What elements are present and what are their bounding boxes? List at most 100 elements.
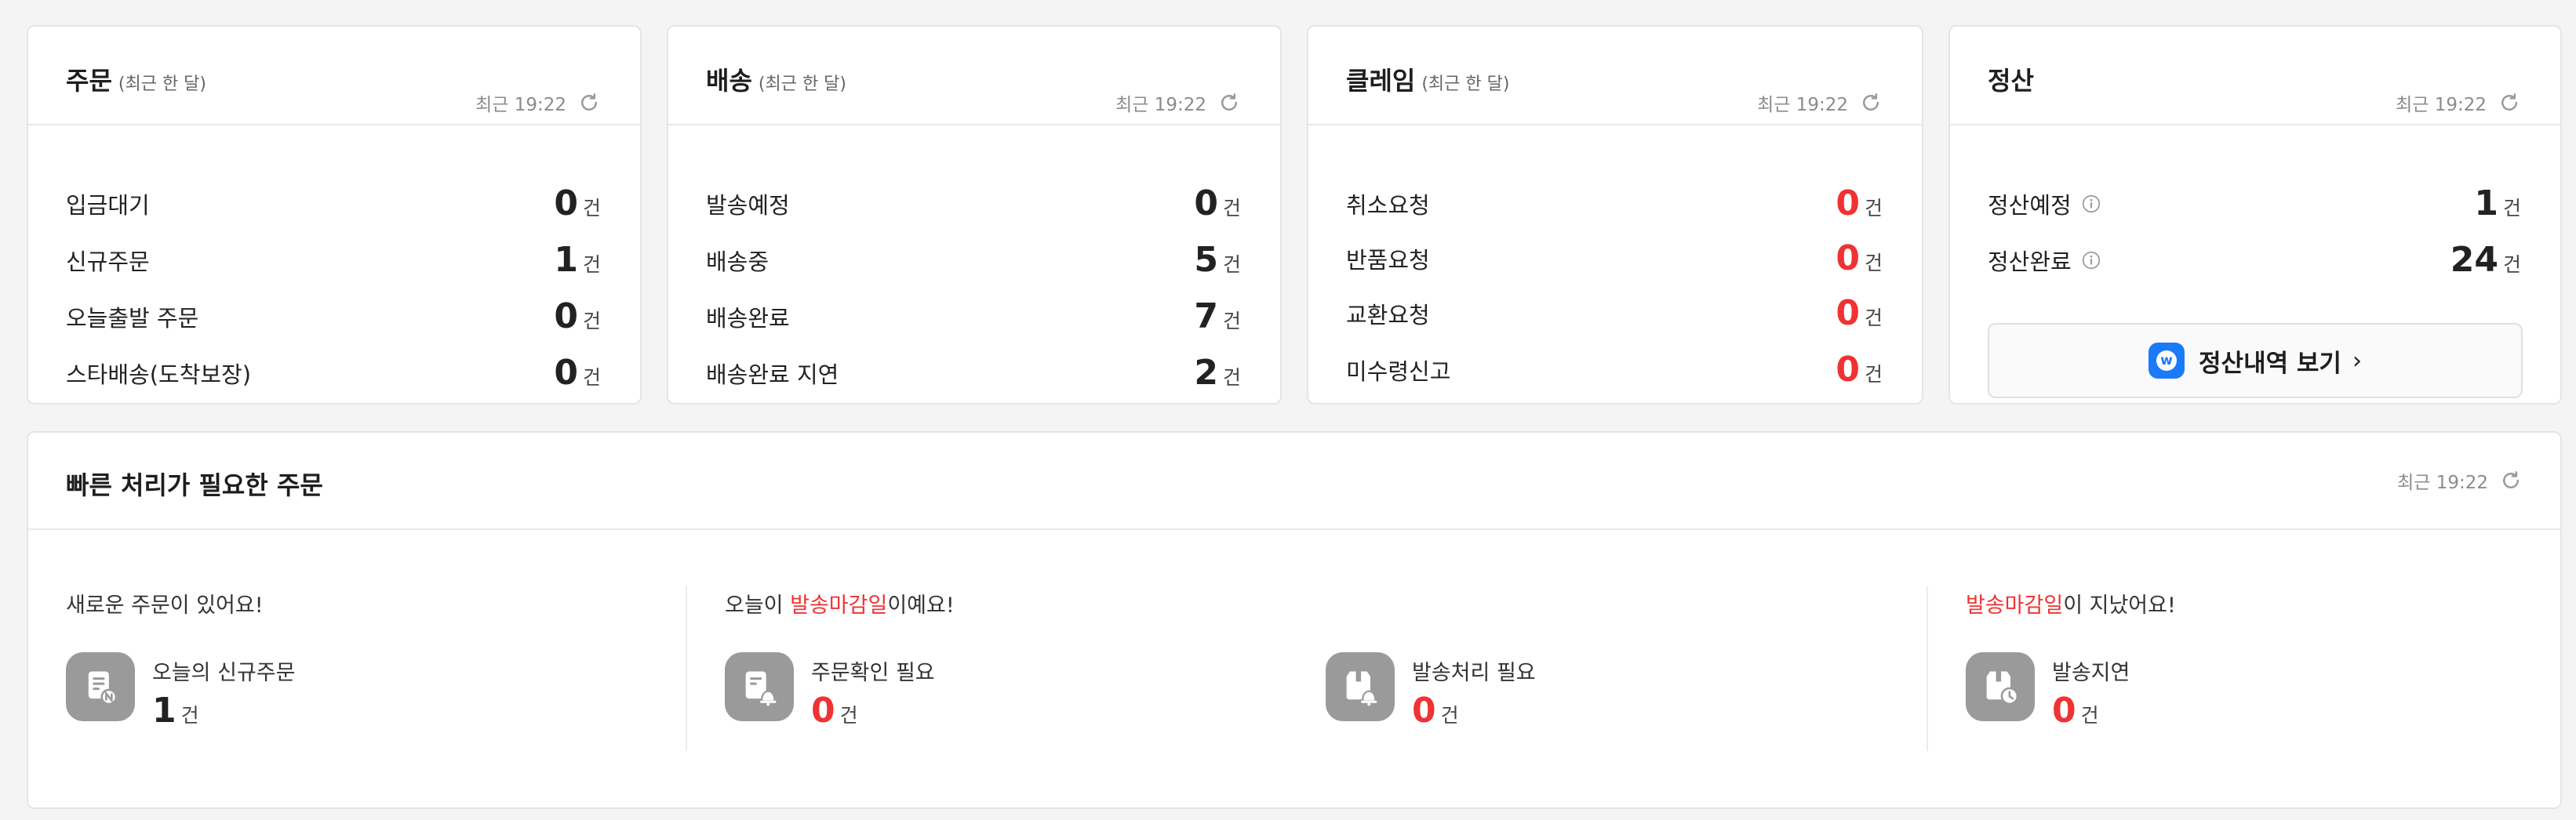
section-heading-highlight: 발송마감일 [790, 593, 888, 618]
urgent-orders-header: 빠른 처리가 필요한 주문 최근 19:22 [28, 433, 2560, 530]
stat-value[interactable]: 0건 [1836, 187, 1883, 221]
info-icon[interactable] [2081, 194, 2101, 214]
claims-card-header: 클레임 (최근 한 달) 최근 19:22 [1308, 27, 1922, 125]
stat-value[interactable]: 5건 [1194, 243, 1241, 278]
stat-value[interactable]: 1건 [2474, 187, 2521, 221]
settlement-card-header: 정산 최근 19:22 [1950, 27, 2560, 125]
claims-card: 클레임 (최근 한 달) 최근 19:22 취소요청 0건 반품요청 0건 교환… [1307, 25, 1923, 405]
stat-value[interactable]: 0건 [554, 187, 601, 221]
refresh-icon[interactable] [1859, 91, 1883, 114]
stat-count: 0 [554, 183, 578, 223]
stat-label: 정산예정 [1988, 187, 2101, 220]
stat-count: 5 [1194, 240, 1218, 280]
settlement-history-button[interactable]: w 정산내역 보기 › [1988, 323, 2523, 398]
stat-value[interactable]: 1건 [554, 243, 601, 278]
stat-label: 발송지연 [2052, 661, 2130, 685]
settlement-history-label: 정산내역 보기 [2199, 349, 2341, 378]
last-updated: 최근 19:22 [475, 89, 601, 116]
stat-label: 발송예정 [706, 192, 790, 219]
stat-row: 신규주문 1건 [66, 237, 601, 284]
stat-value[interactable]: 0건 [1836, 353, 1883, 387]
stat-value[interactable]: 0건 [1836, 241, 1883, 276]
card-title: 주문 (최근 한 달) [66, 61, 206, 97]
section-heading-suffix: 이예요! [887, 593, 955, 618]
stat-label: 배송완료 지연 [706, 361, 839, 388]
stat-count: 1 [554, 240, 578, 280]
section-heading-highlight: 발송마감일 [1966, 593, 2064, 618]
refresh-icon[interactable] [2498, 91, 2521, 114]
info-icon[interactable] [2081, 250, 2101, 270]
stat-value[interactable]: 0건 [554, 356, 601, 390]
package-clock-icon[interactable] [1966, 652, 2035, 721]
stat-label: 정산완료 [1988, 244, 2101, 277]
stat-count: 24 [2450, 240, 2498, 280]
card-title: 클레임 (최근 한 달) [1346, 61, 1509, 97]
stat-unit: 건 [1864, 307, 1883, 329]
stat-value[interactable]: 0건 [1836, 296, 1883, 331]
urgent-orders-card: 빠른 처리가 필요한 주문 최근 19:22 [27, 431, 2562, 809]
settlement-card: 정산 최근 19:22 정산예정 1건 정산완료 24 건 w 정산내역 보기 › [1948, 25, 2562, 405]
section-heading: 오늘이 발송마감일이예요! [725, 593, 955, 618]
stat-unit: 건 [582, 366, 601, 389]
stat-unit: 건 [582, 197, 601, 220]
section-heading-text: 새로운 주문이 있어요! [66, 593, 264, 618]
stat-unit: 건 [582, 253, 601, 276]
stat-label: 교환요청 [1346, 302, 1430, 328]
section-heading: 새로운 주문이 있어요! [66, 593, 264, 618]
stat-label-text: 정산완료 [1988, 249, 2072, 275]
stat-label-text: 정산예정 [1988, 192, 2072, 219]
stat-count: 2 [1194, 353, 1218, 393]
stat-row: 배송중 5건 [706, 237, 1241, 284]
last-updated-text: 최근 19:22 [1115, 95, 1206, 115]
stat-row: 발송예정 0건 [706, 180, 1241, 227]
stat-unit: 건 [2502, 197, 2521, 220]
refresh-icon[interactable] [2499, 469, 2523, 492]
package-bell-icon[interactable] [1326, 652, 1395, 721]
section-heading-text: 오늘이 [725, 593, 791, 618]
stat-label: 입금대기 [66, 192, 150, 219]
stat-unit: 건 [2502, 253, 2521, 276]
last-updated-text: 최근 19:22 [2396, 95, 2487, 115]
stat-unit: 건 [1864, 197, 1883, 220]
stat-value[interactable]: 0건 [1194, 187, 1241, 221]
stat-value[interactable]: 7건 [1194, 299, 1241, 334]
stat-value[interactable]: 24 건 [2450, 243, 2521, 278]
wallet-logo-letter: w [2156, 350, 2178, 371]
stat-unit: 건 [1864, 363, 1883, 386]
stat-label: 주문확인 필요 [811, 661, 935, 685]
stat-count: 1 [2474, 183, 2498, 223]
refresh-icon[interactable] [1217, 91, 1241, 114]
stat-label: 신규주문 [66, 249, 150, 275]
card-subtitle: (최근 한 달) [118, 74, 207, 94]
stat-count: 1 [152, 691, 176, 731]
stat-value[interactable]: 0건 [811, 694, 935, 728]
new-order-doc-icon[interactable] [66, 652, 135, 721]
stat-value[interactable]: 0건 [2052, 694, 2130, 728]
section-divider [1927, 586, 1928, 751]
dispatch-needed-stat: 발송처리 필요 0건 [1326, 652, 1536, 728]
stat-count: 0 [2052, 691, 2076, 731]
stat-value[interactable]: 1건 [152, 694, 295, 728]
due-today-section-head: 오늘이 발송마감일이예요! [725, 588, 955, 619]
order-bell-icon[interactable] [725, 652, 794, 721]
stat-count: 0 [1412, 691, 1436, 731]
stat-label: 오늘의 신규주문 [152, 661, 296, 685]
stat-unit: 건 [2080, 704, 2099, 727]
refresh-icon[interactable] [577, 91, 601, 114]
new-orders-today-stat: 오늘의 신규주문 1건 [66, 652, 295, 728]
dispatch-delayed-stat: 발송지연 0건 [1966, 652, 2130, 728]
new-orders-section-head: 새로운 주문이 있어요! [66, 588, 264, 619]
stat-row: 배송완료 지연 2건 [706, 350, 1241, 397]
card-title: 배송 (최근 한 달) [706, 61, 846, 97]
stat-label: 취소요청 [1346, 192, 1430, 219]
chevron-right-icon: › [2352, 347, 2362, 375]
stat-label: 오늘출발 주문 [66, 305, 199, 332]
stat-value[interactable]: 0건 [554, 299, 601, 334]
section-divider [686, 586, 687, 751]
last-updated-text: 최근 19:22 [1757, 95, 1848, 115]
stat-value[interactable]: 0건 [1412, 694, 1536, 728]
stat-row: 정산예정 1건 [1988, 180, 2521, 227]
stat-value[interactable]: 2건 [1194, 356, 1241, 390]
card-title-text: 클레임 [1346, 66, 1416, 96]
shipping-card-header: 배송 (최근 한 달) 최근 19:22 [668, 27, 1280, 125]
